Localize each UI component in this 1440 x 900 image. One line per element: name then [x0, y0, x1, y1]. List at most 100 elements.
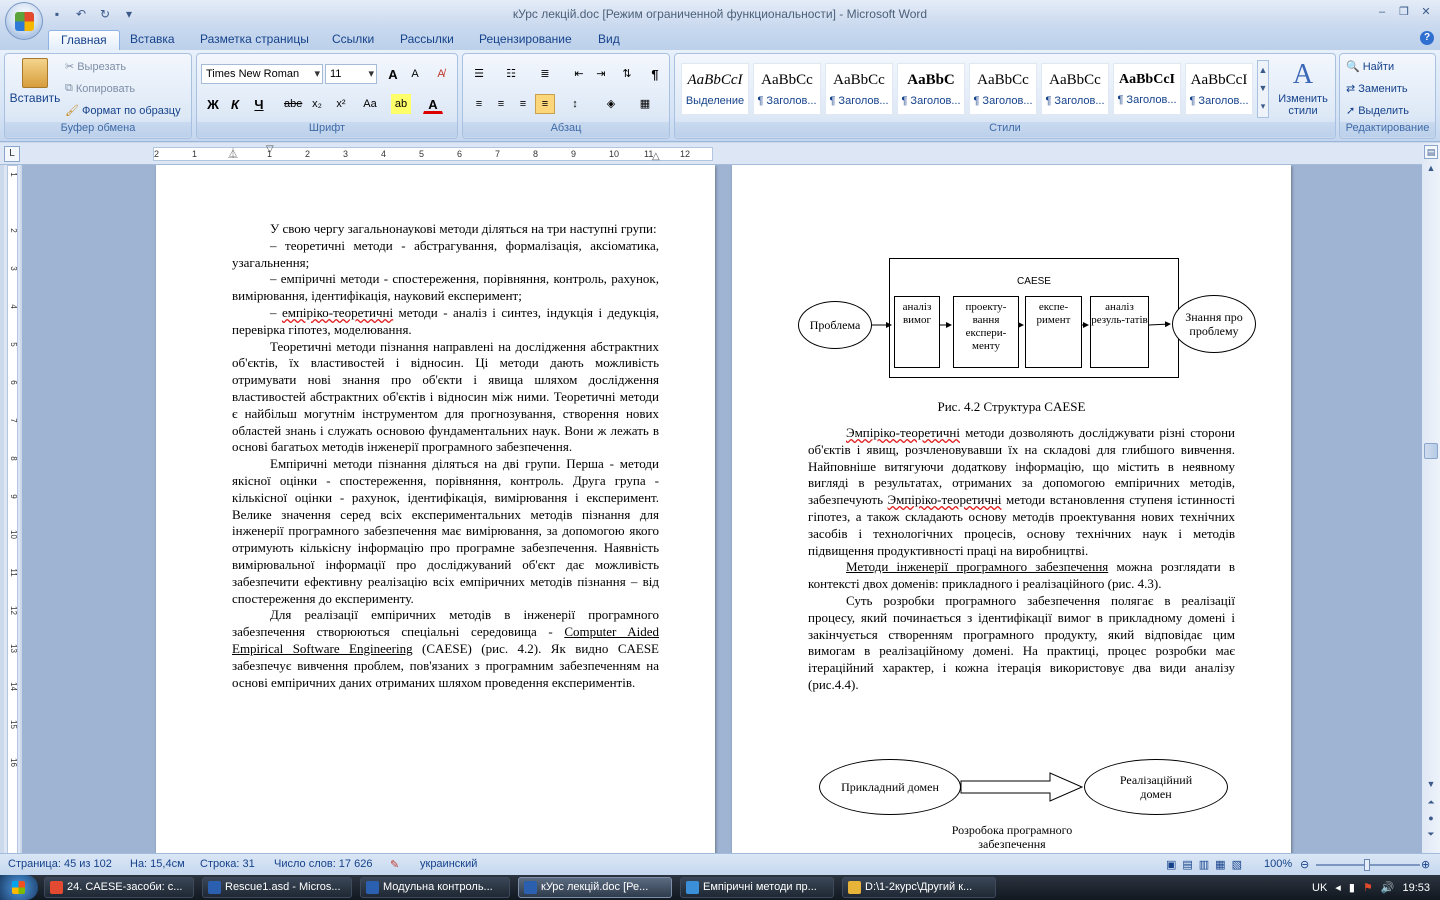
font-size-select[interactable]: 11 ▾: [325, 64, 377, 84]
scroll-thumb[interactable]: [1424, 443, 1438, 459]
tab-references[interactable]: Ссылки: [320, 30, 386, 50]
taskbar-item-active[interactable]: кУрс лекцій.doc [Ре...: [518, 877, 672, 898]
list-item[interactable]: – емпіричні методи - спостереження, порі…: [232, 271, 659, 305]
multilevel-list-icon[interactable]: ≣: [535, 64, 555, 84]
taskbar-item[interactable]: Модульна контроль...: [360, 877, 510, 898]
cut-button[interactable]: ✂ Вырезать: [65, 60, 126, 74]
zoom-slider[interactable]: [1316, 859, 1420, 871]
volume-icon[interactable]: 🔊: [1381, 881, 1395, 894]
ruler-toggle-icon[interactable]: ▤: [1424, 145, 1438, 159]
next-page-icon[interactable]: ⏷: [1424, 829, 1438, 843]
office-button[interactable]: [5, 2, 43, 40]
style-tile[interactable]: AaBbCc ¶ Заголов...: [1041, 63, 1109, 115]
font-color-icon[interactable]: A: [423, 94, 443, 114]
view-buttons-icon[interactable]: ▣▤▥▦▧: [1166, 858, 1248, 871]
taskbar-item[interactable]: Емпіричні методи пр...: [680, 877, 834, 898]
line-indicator[interactable]: Строка: 31: [200, 858, 255, 870]
taskbar-item[interactable]: D:\1-2курс\Другий к...: [842, 877, 996, 898]
paragraph[interactable]: Для реалізації емпіричних методів в інже…: [232, 607, 659, 691]
zoom-in-icon[interactable]: ⊕: [1421, 858, 1430, 871]
clear-format-icon[interactable]: A̸: [431, 64, 451, 84]
align-center-icon[interactable]: ≡: [491, 94, 511, 114]
right-page-text[interactable]: Эмпіріко-теоретичні методи дозволяють до…: [808, 425, 1235, 694]
scroll-up-icon[interactable]: ▲: [1424, 163, 1438, 177]
style-tile[interactable]: AaBbCcI ¶ Заголов...: [1185, 63, 1253, 115]
style-tile[interactable]: AaBbCc ¶ Заголов...: [969, 63, 1037, 115]
style-tile[interactable]: AaBbCcI Выделение: [681, 63, 749, 115]
copy-button[interactable]: ⧉ Копировать: [65, 82, 135, 95]
tab-insert[interactable]: Вставка: [118, 30, 187, 50]
style-tile[interactable]: AaBbCc ¶ Заголов...: [825, 63, 893, 115]
increase-indent-icon[interactable]: ⇥: [591, 64, 611, 84]
underline-button[interactable]: Ч: [249, 94, 269, 114]
taskbar-item[interactable]: Rescue1.asd - Micros...: [202, 877, 352, 898]
zoom-out-icon[interactable]: ⊖: [1300, 858, 1309, 871]
grow-font-button[interactable]: A: [383, 64, 403, 84]
paste-button[interactable]: Вставить: [9, 58, 61, 105]
maximize-button[interactable]: ❐: [1394, 4, 1414, 20]
find-button[interactable]: 🔍 Найти: [1346, 60, 1394, 74]
position-indicator[interactable]: На: 15,4см: [130, 858, 185, 870]
left-page-text[interactable]: У свою чергу загальнонаукові методи діля…: [232, 221, 659, 691]
justify-icon[interactable]: ≡: [535, 94, 555, 114]
style-tile[interactable]: AaBbCcI ¶ Заголов...: [1113, 63, 1181, 115]
tab-mailings[interactable]: Рассылки: [388, 30, 466, 50]
styles-scroll[interactable]: ▲ ▼ ▾: [1257, 60, 1269, 118]
minimize-button[interactable]: –: [1372, 4, 1392, 20]
flag-icon[interactable]: ⚑: [1363, 881, 1373, 894]
tab-view[interactable]: Вид: [586, 30, 632, 50]
subscript-button[interactable]: x₂: [307, 94, 327, 114]
tab-selector-icon[interactable]: L: [4, 146, 20, 162]
tab-home[interactable]: Главная: [48, 30, 120, 50]
document-area[interactable]: У свою чергу загальнонаукові методи діля…: [22, 165, 1422, 853]
shrink-font-button[interactable]: A: [405, 64, 425, 84]
close-button[interactable]: ✕: [1416, 4, 1436, 20]
highlight-icon[interactable]: ab: [391, 94, 411, 114]
first-line-indent-icon[interactable]: ▽: [266, 144, 274, 155]
numbering-icon[interactable]: ☷: [501, 64, 521, 84]
zoom-level[interactable]: 100%: [1264, 858, 1292, 870]
line-spacing-icon[interactable]: ↕: [565, 94, 585, 114]
change-styles-button[interactable]: A Изменить стили: [1273, 60, 1333, 118]
proofing-icon[interactable]: ✎: [390, 858, 399, 871]
borders-icon[interactable]: ▦: [635, 94, 655, 114]
strikethrough-button[interactable]: abe: [283, 94, 303, 114]
bold-button[interactable]: Ж: [203, 94, 223, 114]
style-tile[interactable]: AaBbC ¶ Заголов...: [897, 63, 965, 115]
bullets-icon[interactable]: ☰: [469, 64, 489, 84]
style-tile[interactable]: AaBbCc ¶ Заголов...: [753, 63, 821, 115]
start-button[interactable]: [0, 875, 38, 900]
tray-arrow-icon[interactable]: ◂: [1335, 881, 1341, 894]
font-name-select[interactable]: Times New Roman ▾: [201, 64, 323, 84]
paragraph[interactable]: Эмпіріко-теоретичні методи дозволяють до…: [808, 425, 1235, 559]
superscript-button[interactable]: x²: [331, 94, 351, 114]
help-icon[interactable]: ?: [1420, 31, 1434, 45]
zoom-slider-thumb[interactable]: [1364, 859, 1370, 871]
right-indent-icon[interactable]: △: [652, 151, 660, 162]
prev-page-icon[interactable]: ⏶: [1424, 797, 1438, 811]
paragraph[interactable]: Емпіричні методи пізнання діляться на дв…: [232, 456, 659, 607]
page-indicator[interactable]: Страница: 45 из 102: [8, 858, 112, 870]
page-left[interactable]: У свою чергу загальнонаукові методи діля…: [156, 165, 715, 853]
shading-icon[interactable]: ◈: [601, 94, 621, 114]
show-marks-button[interactable]: ¶: [645, 64, 665, 84]
tab-page-layout[interactable]: Разметка страницы: [188, 30, 321, 50]
paragraph[interactable]: Методи інженерії програмного забезпеченн…: [808, 559, 1235, 593]
page-right[interactable]: CAESE Проблема аналіз вимог проекту-ванн…: [732, 165, 1291, 853]
paragraph[interactable]: Теоретичні методи пізнання направлені на…: [232, 339, 659, 457]
italic-button[interactable]: К: [225, 94, 245, 114]
align-right-icon[interactable]: ≡: [513, 94, 533, 114]
list-item[interactable]: – теоретичні методи - абстрагування, фор…: [232, 238, 659, 272]
clock[interactable]: 19:53: [1402, 882, 1430, 894]
paragraph[interactable]: Суть розробки програмного забезпечення п…: [808, 593, 1235, 694]
browse-object-icon[interactable]: ●: [1424, 813, 1438, 827]
word-count[interactable]: Число слов: 17 626: [274, 858, 372, 870]
paragraph[interactable]: У свою чергу загальнонаукові методи діля…: [232, 221, 659, 238]
taskbar-item[interactable]: 24. CAESE-засоби: с...: [44, 877, 194, 898]
format-painter-button[interactable]: 🖌 Формат по образцу: [65, 104, 181, 118]
network-icon[interactable]: ▮: [1349, 881, 1355, 894]
decrease-indent-icon[interactable]: ⇤: [569, 64, 589, 84]
sort-icon[interactable]: ⇅: [617, 64, 637, 84]
change-case-button[interactable]: Aa: [357, 94, 383, 114]
vertical-ruler-strip[interactable]: 1 2 3 4 5 6 7 8 9 10 11 12 13 14 15 16: [7, 165, 18, 855]
